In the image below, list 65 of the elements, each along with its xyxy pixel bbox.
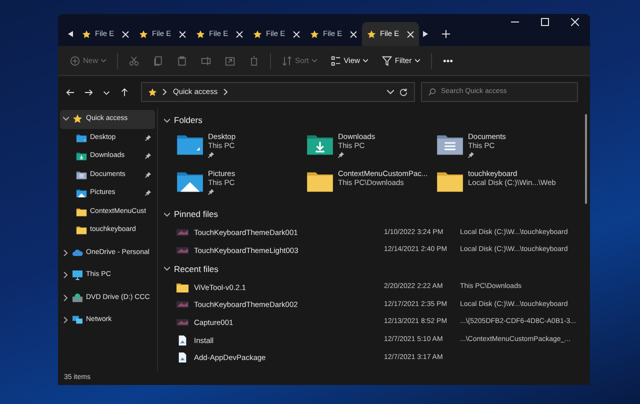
script-file-icon xyxy=(176,334,189,346)
minimize-icon xyxy=(511,21,519,23)
filter-icon xyxy=(382,56,392,66)
clipboard-icon xyxy=(177,56,188,66)
picture-folder-icon xyxy=(76,188,87,198)
close-icon[interactable] xyxy=(179,30,186,38)
arrow-right-icon xyxy=(84,88,93,96)
section-header[interactable]: Folders xyxy=(174,114,202,127)
close-icon[interactable] xyxy=(350,30,357,38)
trash-icon xyxy=(249,56,260,66)
desktop-folder-icon xyxy=(76,132,87,143)
left-triangle-icon xyxy=(68,31,73,37)
star-icon xyxy=(82,30,91,38)
close-icon[interactable] xyxy=(122,30,129,38)
caret-icon xyxy=(312,58,317,62)
network-icon xyxy=(72,315,83,326)
folder-icon xyxy=(76,225,87,236)
star-icon xyxy=(367,30,376,38)
section-header[interactable]: Recent files xyxy=(174,262,218,276)
copy-icon xyxy=(153,56,164,66)
monitor-icon xyxy=(72,270,83,280)
right-triangle-icon xyxy=(423,31,428,37)
image-thumbnail-icon xyxy=(176,299,189,310)
cloud-icon xyxy=(72,248,83,258)
star-icon xyxy=(196,30,205,38)
breadcrumb-chevron-icon xyxy=(162,89,168,95)
star-icon xyxy=(310,30,319,38)
section-header[interactable]: Pinned files xyxy=(174,208,218,221)
close-icon[interactable] xyxy=(407,30,414,38)
sort-icon xyxy=(282,56,292,66)
arrow-left-icon xyxy=(66,88,75,96)
view-icon xyxy=(330,56,341,66)
close-icon xyxy=(571,18,579,26)
forward-button[interactable] xyxy=(82,88,94,96)
image-thumbnail-icon xyxy=(176,245,189,256)
rename-icon xyxy=(201,56,212,66)
scrollbar[interactable] xyxy=(585,114,587,204)
disc-drive-icon xyxy=(72,292,83,303)
star-icon xyxy=(253,30,262,38)
close-icon[interactable] xyxy=(236,30,243,38)
star-icon xyxy=(139,30,148,38)
caret-icon xyxy=(101,58,106,62)
breadcrumb-chevron-icon xyxy=(222,89,229,95)
script-file-icon xyxy=(176,352,189,364)
folder-icon xyxy=(76,206,87,217)
share-icon xyxy=(225,56,236,66)
document-folder-icon xyxy=(76,170,87,180)
plus-icon xyxy=(442,30,450,38)
folder-icon xyxy=(176,282,189,293)
star-icon xyxy=(72,114,83,124)
maximize-icon xyxy=(541,18,549,26)
refresh-icon[interactable] xyxy=(399,88,408,96)
back-button[interactable] xyxy=(64,88,76,96)
search-icon xyxy=(428,88,436,96)
scissors-icon xyxy=(129,56,140,66)
dropdown-icon[interactable] xyxy=(387,90,394,94)
download-folder-icon xyxy=(76,151,87,162)
caret-icon xyxy=(414,58,420,62)
caret-icon xyxy=(362,58,368,62)
star-icon xyxy=(148,88,157,96)
close-icon[interactable] xyxy=(293,30,300,38)
arrow-up-icon xyxy=(120,88,130,96)
plus-circle-icon xyxy=(70,56,80,66)
image-thumbnail-icon xyxy=(176,227,189,238)
image-thumbnail-icon xyxy=(176,317,189,328)
